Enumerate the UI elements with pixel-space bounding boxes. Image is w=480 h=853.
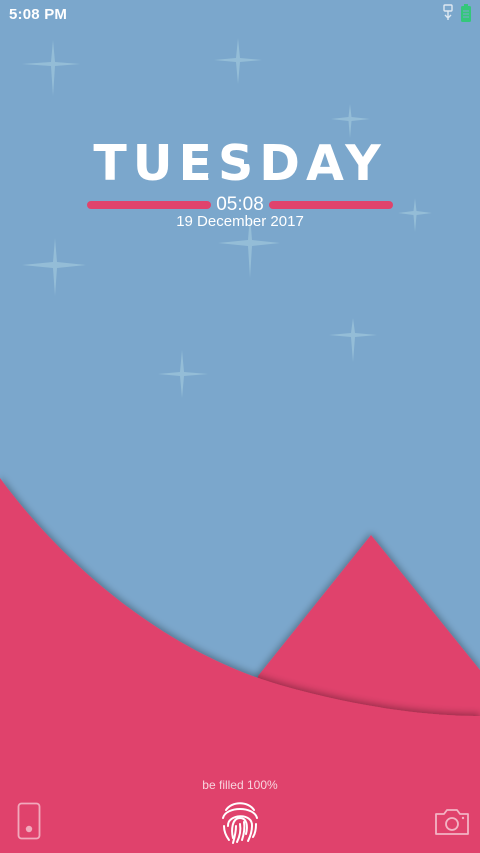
clock-widget: TUESDAY 05:08 19 December 2017 [0,136,480,236]
fill-status: be filled 100% [202,778,278,792]
usb-icon [443,4,453,20]
fingerprint-icon[interactable] [218,796,262,846]
phone-icon[interactable] [17,802,41,840]
lock-screen: 5:08 PM TUESDAY 05:08 19 December 2017 b… [0,0,480,853]
status-time: 5:08 PM [9,6,68,23]
wallpaper [0,0,480,853]
status-bar: 5:08 PM [0,0,480,30]
day-name: TUESDAY [93,135,387,192]
status-icons [442,4,472,22]
clock-date: 19 December 2017 [176,213,304,230]
battery-charging-icon [461,4,471,22]
camera-icon[interactable] [434,808,470,836]
